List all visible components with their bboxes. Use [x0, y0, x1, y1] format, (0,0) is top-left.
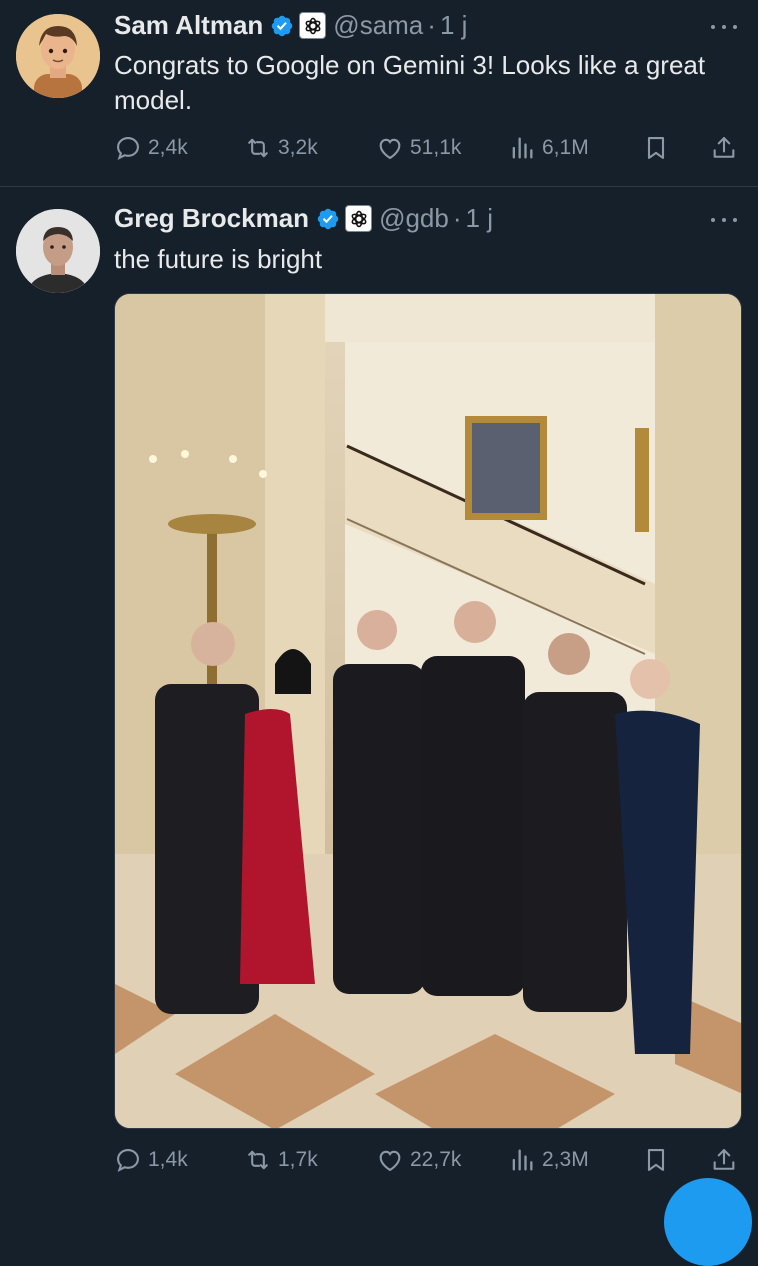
- views-button[interactable]: 2,3M: [508, 1142, 589, 1178]
- separator-dot: ·: [452, 203, 462, 233]
- avatar[interactable]: [16, 14, 100, 98]
- tweet-header: Greg Brockman @gdb · 1 j: [114, 203, 493, 234]
- tweet-text: the future is bright: [114, 244, 323, 274]
- author-handle[interactable]: @gdb: [379, 203, 449, 234]
- author-name[interactable]: Sam Altman: [114, 10, 263, 41]
- repost-button[interactable]: 1,7k: [244, 1142, 318, 1178]
- view-count: 6,1M: [542, 136, 589, 159]
- openai-logo-icon[interactable]: [345, 205, 373, 232]
- share-icon: [713, 137, 735, 158]
- tweet-actions: 2,4k 3,2k 51,1k 6,1M: [114, 130, 744, 166]
- share-button[interactable]: [710, 130, 738, 166]
- tweet[interactable]: Sam Altman @sama · 1 j Congrats to Googl…: [0, 0, 758, 186]
- repost-button[interactable]: 3,2k: [244, 130, 318, 166]
- more-options-icon[interactable]: [710, 22, 738, 32]
- tweet[interactable]: Greg Brockman @gdb · 1 j the future is b…: [0, 187, 758, 1199]
- views-button[interactable]: 6,1M: [508, 130, 589, 166]
- view-count: 2,3M: [542, 1148, 589, 1171]
- tweet-header: Sam Altman @sama · 1 j: [114, 10, 467, 41]
- bookmark-icon: [647, 1149, 665, 1171]
- timestamp[interactable]: 1 j: [440, 10, 467, 41]
- bookmark-button[interactable]: [642, 130, 670, 166]
- separator-dot: ·: [427, 10, 436, 40]
- repost-count: 1,7k: [278, 1148, 318, 1171]
- author-name[interactable]: Greg Brockman: [114, 203, 309, 234]
- reply-icon: [117, 137, 139, 160]
- bookmark-button[interactable]: [642, 1142, 670, 1178]
- reply-button[interactable]: 2,4k: [114, 130, 188, 166]
- cartoon-avatar-image: [16, 14, 100, 98]
- reply-button[interactable]: 1,4k: [114, 1142, 188, 1178]
- share-button[interactable]: [710, 1142, 738, 1178]
- reply-count: 1,4k: [148, 1148, 188, 1171]
- repost-count: 3,2k: [278, 136, 318, 159]
- like-button[interactable]: 51,1k: [376, 130, 461, 166]
- tweet-photo[interactable]: [114, 293, 742, 1129]
- avatar[interactable]: [16, 209, 100, 293]
- reply-icon: [117, 1149, 139, 1172]
- openai-logo-icon[interactable]: [299, 12, 327, 39]
- repost-icon: [248, 1150, 268, 1170]
- group-photo-image: [115, 294, 741, 1128]
- more-options-icon[interactable]: [710, 215, 738, 225]
- bookmark-icon: [647, 137, 665, 159]
- tweet-actions: 1,4k 1,7k 22,7k 2,3M: [114, 1142, 744, 1178]
- verified-badge-icon[interactable]: [316, 207, 340, 231]
- analytics-icon: [512, 1149, 533, 1171]
- like-count: 51,1k: [410, 136, 462, 159]
- tweet-text: Congrats to Google on Gemini 3! Looks li…: [114, 50, 706, 115]
- verified-badge-icon[interactable]: [270, 14, 294, 38]
- profile-photo-image: [16, 209, 100, 293]
- like-button[interactable]: 22,7k: [376, 1142, 461, 1178]
- heart-icon: [379, 1150, 401, 1172]
- analytics-icon: [512, 137, 533, 159]
- compose-button[interactable]: [664, 1178, 752, 1266]
- repost-icon: [248, 138, 268, 158]
- timestamp[interactable]: 1 j: [466, 203, 493, 234]
- reply-count: 2,4k: [148, 136, 188, 159]
- author-handle[interactable]: @sama: [333, 10, 423, 41]
- like-count: 22,7k: [410, 1148, 462, 1171]
- share-icon: [713, 1149, 735, 1170]
- heart-icon: [379, 138, 401, 160]
